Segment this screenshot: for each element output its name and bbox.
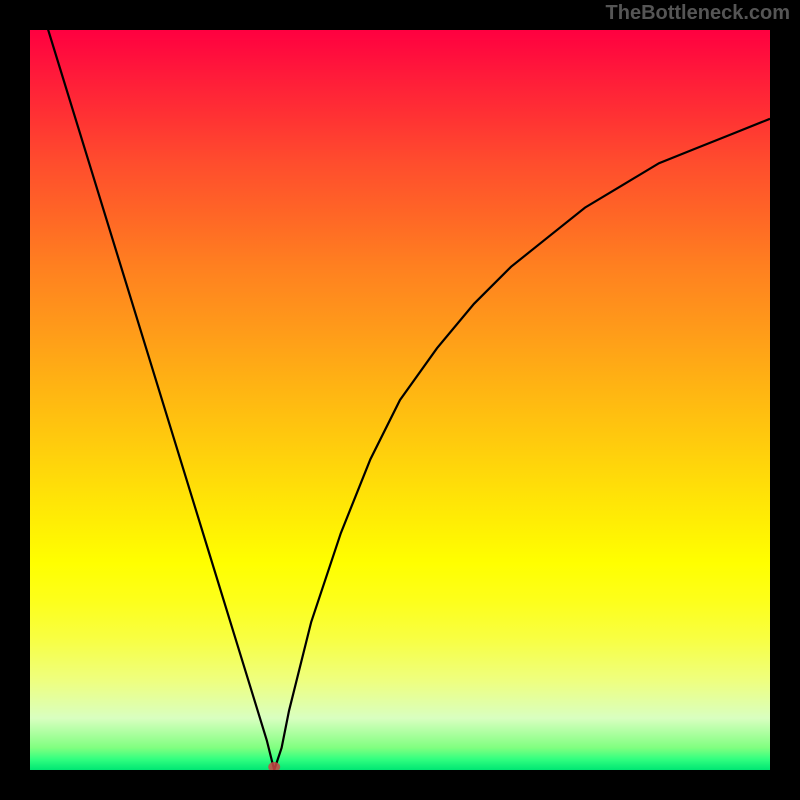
bottleneck-curve: [30, 30, 770, 770]
minimum-marker: [268, 762, 280, 770]
chart-svg: [30, 30, 770, 770]
chart-plot-area: [30, 30, 770, 770]
watermark-text: TheBottleneck.com: [606, 2, 790, 25]
